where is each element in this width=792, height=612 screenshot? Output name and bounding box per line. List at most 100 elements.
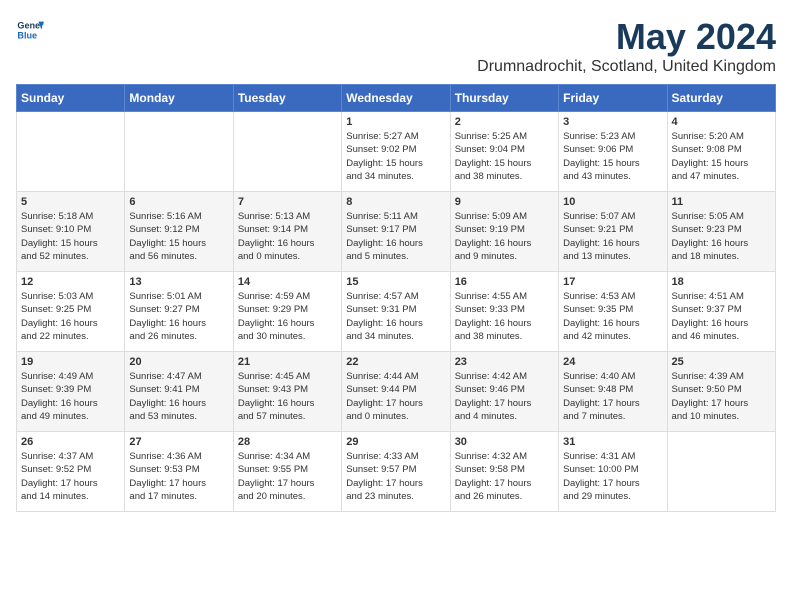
- day-info: Sunrise: 5:20 AM Sunset: 9:08 PM Dayligh…: [672, 130, 771, 183]
- header-tuesday: Tuesday: [233, 85, 341, 112]
- calendar-cell: [667, 432, 775, 512]
- main-title: May 2024: [477, 16, 776, 58]
- day-info: Sunrise: 4:59 AM Sunset: 9:29 PM Dayligh…: [238, 290, 337, 343]
- calendar-cell: 17 Sunrise: 4:53 AM Sunset: 9:35 PM Dayli…: [559, 272, 667, 352]
- calendar-cell: 3Sunrise: 5:23 AM Sunset: 9:06 PM Daylig…: [559, 112, 667, 192]
- title-section: May 2024 Drumnadrochit, Scotland, United…: [477, 16, 776, 76]
- calendar-cell: 30 Sunrise: 4:32 AM Sunset: 9:58 PM Dayli…: [450, 432, 558, 512]
- header-friday: Friday: [559, 85, 667, 112]
- day-info: Sunrise: 4:32 AM Sunset: 9:58 PM Dayligh…: [455, 450, 554, 503]
- day-info: Sunrise: 5:27 AM Sunset: 9:02 PM Dayligh…: [346, 130, 445, 183]
- header-monday: Monday: [125, 85, 233, 112]
- calendar-cell: 10Sunrise: 5:07 AM Sunset: 9:21 PM Dayli…: [559, 192, 667, 272]
- calendar-cell: 31 Sunrise: 4:31 AM Sunset: 10:00 PM Dayl…: [559, 432, 667, 512]
- day-number: 15: [346, 276, 445, 288]
- logo: General Blue: [16, 16, 44, 44]
- day-info: Sunrise: 5:03 AM Sunset: 9:25 PM Dayligh…: [21, 290, 120, 343]
- day-info: Sunrise: 4:55 AM Sunset: 9:33 PM Dayligh…: [455, 290, 554, 343]
- day-number: 23: [455, 356, 554, 368]
- calendar-week-row: 19Sunrise: 4:49 AM Sunset: 9:39 PM Dayli…: [17, 352, 776, 432]
- calendar-cell: 18 Sunrise: 4:51 AM Sunset: 9:37 PM Dayli…: [667, 272, 775, 352]
- day-info: Sunrise: 4:53 AM Sunset: 9:35 PM Dayligh…: [563, 290, 662, 343]
- calendar-cell: 14 Sunrise: 4:59 AM Sunset: 9:29 PM Dayli…: [233, 272, 341, 352]
- calendar-cell: 1 Sunrise: 5:27 AM Sunset: 9:02 PM Daylig…: [342, 112, 450, 192]
- calendar-cell: 23 Sunrise: 4:42 AM Sunset: 9:46 PM Dayli…: [450, 352, 558, 432]
- calendar-cell: 19Sunrise: 4:49 AM Sunset: 9:39 PM Dayli…: [17, 352, 125, 432]
- calendar-cell: 24 Sunrise: 4:40 AM Sunset: 9:48 PM Dayli…: [559, 352, 667, 432]
- day-number: 30: [455, 436, 554, 448]
- calendar-cell: 5Sunrise: 5:18 AM Sunset: 9:10 PM Daylig…: [17, 192, 125, 272]
- calendar-cell: 6 Sunrise: 5:16 AM Sunset: 9:12 PM Daylig…: [125, 192, 233, 272]
- day-number: 10: [563, 196, 662, 208]
- calendar-cell: [17, 112, 125, 192]
- calendar-cell: 22 Sunrise: 4:44 AM Sunset: 9:44 PM Dayli…: [342, 352, 450, 432]
- page-header: General Blue May 2024 Drumnadrochit, Sco…: [16, 16, 776, 76]
- day-number: 5: [21, 196, 120, 208]
- calendar-cell: 25Sunrise: 4:39 AM Sunset: 9:50 PM Dayli…: [667, 352, 775, 432]
- calendar-cell: 16 Sunrise: 4:55 AM Sunset: 9:33 PM Dayli…: [450, 272, 558, 352]
- day-info: Sunrise: 4:44 AM Sunset: 9:44 PM Dayligh…: [346, 370, 445, 423]
- day-info: Sunrise: 5:01 AM Sunset: 9:27 PM Dayligh…: [129, 290, 228, 343]
- header-saturday: Saturday: [667, 85, 775, 112]
- day-info: Sunrise: 4:31 AM Sunset: 10:00 PM Daylig…: [563, 450, 662, 503]
- calendar-cell: 8Sunrise: 5:11 AM Sunset: 9:17 PM Daylig…: [342, 192, 450, 272]
- calendar-cell: 12 Sunrise: 5:03 AM Sunset: 9:25 PM Dayli…: [17, 272, 125, 352]
- day-number: 13: [129, 276, 228, 288]
- day-info: Sunrise: 5:05 AM Sunset: 9:23 PM Dayligh…: [672, 210, 771, 263]
- day-info: Sunrise: 4:40 AM Sunset: 9:48 PM Dayligh…: [563, 370, 662, 423]
- header-sunday: Sunday: [17, 85, 125, 112]
- day-number: 14: [238, 276, 337, 288]
- calendar-cell: [125, 112, 233, 192]
- calendar-cell: 15Sunrise: 4:57 AM Sunset: 9:31 PM Dayli…: [342, 272, 450, 352]
- day-number: 3: [563, 116, 662, 128]
- calendar-week-row: 12 Sunrise: 5:03 AM Sunset: 9:25 PM Dayli…: [17, 272, 776, 352]
- calendar-cell: 21 Sunrise: 4:45 AM Sunset: 9:43 PM Dayli…: [233, 352, 341, 432]
- day-number: 24: [563, 356, 662, 368]
- day-number: 6: [129, 196, 228, 208]
- day-number: 21: [238, 356, 337, 368]
- day-info: Sunrise: 5:13 AM Sunset: 9:14 PM Dayligh…: [238, 210, 337, 263]
- calendar-cell: 27 Sunrise: 4:36 AM Sunset: 9:53 PM Dayli…: [125, 432, 233, 512]
- day-info: Sunrise: 5:09 AM Sunset: 9:19 PM Dayligh…: [455, 210, 554, 263]
- day-info: Sunrise: 5:25 AM Sunset: 9:04 PM Dayligh…: [455, 130, 554, 183]
- day-info: Sunrise: 4:36 AM Sunset: 9:53 PM Dayligh…: [129, 450, 228, 503]
- day-number: 22: [346, 356, 445, 368]
- day-number: 16: [455, 276, 554, 288]
- day-info: Sunrise: 5:11 AM Sunset: 9:17 PM Dayligh…: [346, 210, 445, 263]
- subtitle: Drumnadrochit, Scotland, United Kingdom: [477, 58, 776, 76]
- day-number: 19: [21, 356, 120, 368]
- day-number: 11: [672, 196, 771, 208]
- day-info: Sunrise: 5:16 AM Sunset: 9:12 PM Dayligh…: [129, 210, 228, 263]
- day-number: 9: [455, 196, 554, 208]
- day-info: Sunrise: 4:34 AM Sunset: 9:55 PM Dayligh…: [238, 450, 337, 503]
- day-info: Sunrise: 4:33 AM Sunset: 9:57 PM Dayligh…: [346, 450, 445, 503]
- calendar-cell: 13 Sunrise: 5:01 AM Sunset: 9:27 PM Dayli…: [125, 272, 233, 352]
- logo-icon: General Blue: [16, 16, 44, 44]
- day-info: Sunrise: 4:51 AM Sunset: 9:37 PM Dayligh…: [672, 290, 771, 343]
- calendar-cell: 28 Sunrise: 4:34 AM Sunset: 9:55 PM Dayli…: [233, 432, 341, 512]
- day-number: 7: [238, 196, 337, 208]
- day-number: 12: [21, 276, 120, 288]
- day-number: 31: [563, 436, 662, 448]
- day-info: Sunrise: 4:42 AM Sunset: 9:46 PM Dayligh…: [455, 370, 554, 423]
- day-number: 17: [563, 276, 662, 288]
- calendar-week-row: 1 Sunrise: 5:27 AM Sunset: 9:02 PM Daylig…: [17, 112, 776, 192]
- day-number: 25: [672, 356, 771, 368]
- calendar-cell: 9 Sunrise: 5:09 AM Sunset: 9:19 PM Daylig…: [450, 192, 558, 272]
- calendar-week-row: 26Sunrise: 4:37 AM Sunset: 9:52 PM Dayli…: [17, 432, 776, 512]
- calendar-cell: 7 Sunrise: 5:13 AM Sunset: 9:14 PM Daylig…: [233, 192, 341, 272]
- calendar-table: SundayMondayTuesdayWednesdayThursdayFrid…: [16, 84, 776, 512]
- day-number: 18: [672, 276, 771, 288]
- calendar-week-row: 5Sunrise: 5:18 AM Sunset: 9:10 PM Daylig…: [17, 192, 776, 272]
- day-info: Sunrise: 4:45 AM Sunset: 9:43 PM Dayligh…: [238, 370, 337, 423]
- calendar-cell: 4Sunrise: 5:20 AM Sunset: 9:08 PM Daylig…: [667, 112, 775, 192]
- day-number: 2: [455, 116, 554, 128]
- day-number: 27: [129, 436, 228, 448]
- calendar-cell: 29Sunrise: 4:33 AM Sunset: 9:57 PM Dayli…: [342, 432, 450, 512]
- day-number: 26: [21, 436, 120, 448]
- day-info: Sunrise: 4:47 AM Sunset: 9:41 PM Dayligh…: [129, 370, 228, 423]
- day-number: 1: [346, 116, 445, 128]
- calendar-cell: 26Sunrise: 4:37 AM Sunset: 9:52 PM Dayli…: [17, 432, 125, 512]
- day-number: 28: [238, 436, 337, 448]
- svg-text:Blue: Blue: [17, 30, 37, 40]
